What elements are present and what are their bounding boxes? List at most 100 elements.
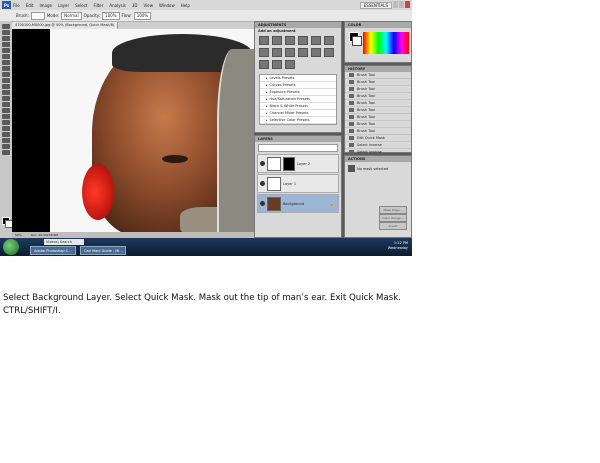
preset-item[interactable]: Levels Presets	[260, 75, 336, 82]
flow-input[interactable]: 100%	[133, 11, 152, 20]
preset-item[interactable]: Channel Mixer Presets	[260, 110, 336, 117]
exposure-icon[interactable]	[298, 36, 308, 45]
minimize-icon[interactable]	[393, 1, 398, 8]
close-icon[interactable]	[405, 1, 410, 8]
history-item[interactable]: Brush Tool	[345, 107, 411, 114]
mask-edge-button[interactable]: Mask Edge...	[379, 206, 407, 214]
preset-item[interactable]: Exposure Presets	[260, 89, 336, 96]
visibility-eye-icon[interactable]	[260, 181, 265, 186]
menu-help[interactable]: Help	[181, 3, 190, 8]
history-item[interactable]: Brush Tool	[345, 79, 411, 86]
system-tray-clock[interactable]: 1:22 PM Wednesday	[388, 241, 408, 251]
preset-item[interactable]: Curves Presets	[260, 82, 336, 89]
color-panel-title[interactable]: COLOR	[345, 22, 411, 28]
clone-stamp-tool-icon[interactable]	[2, 72, 10, 77]
menu-layer[interactable]: Layer	[58, 3, 69, 8]
taskbar-guide-button[interactable]: Cari Mani Guide - Mi...	[80, 246, 126, 255]
opacity-input[interactable]: 100%	[102, 11, 120, 20]
menu-select[interactable]: Select	[75, 3, 87, 8]
brush-tool-icon[interactable]	[2, 66, 10, 71]
visibility-eye-icon[interactable]	[260, 161, 265, 166]
eraser-tool-icon[interactable]	[2, 84, 10, 89]
history-item[interactable]: Brush Tool	[345, 128, 411, 135]
posterize-icon[interactable]	[324, 48, 334, 57]
mode-select[interactable]: Normal	[61, 11, 82, 20]
color-spectrum[interactable]	[363, 32, 409, 54]
history-item[interactable]: Select Inverse	[345, 142, 411, 149]
taskbar-search[interactable]: Videos\ Search	[44, 239, 84, 245]
visibility-eye-icon[interactable]	[260, 201, 265, 206]
type-tool-icon[interactable]	[2, 114, 10, 119]
shape-tool-icon[interactable]	[2, 126, 10, 131]
maximize-icon[interactable]	[399, 1, 404, 8]
gradient-map-icon[interactable]	[272, 60, 282, 69]
history-item[interactable]: Brush Tool	[345, 121, 411, 128]
selective-color-icon[interactable]	[285, 60, 295, 69]
history-item[interactable]: Brush Tool	[345, 86, 411, 93]
start-button-icon[interactable]	[3, 239, 19, 255]
photo-filter-icon[interactable]	[285, 48, 295, 57]
black-white-icon[interactable]	[272, 48, 282, 57]
color-balance-icon[interactable]	[259, 48, 269, 57]
lasso-tool-icon[interactable]	[2, 36, 10, 41]
levels-icon[interactable]	[272, 36, 282, 45]
preset-item[interactable]: Black & White Presets	[260, 103, 336, 110]
color-range-button[interactable]: Color Range...	[379, 214, 407, 222]
menu-edit[interactable]: Edit	[26, 3, 34, 8]
history-item[interactable]: Brush Tool	[345, 93, 411, 100]
marquee-tool-icon[interactable]	[2, 30, 10, 35]
menu-image[interactable]: Image	[39, 3, 52, 8]
document-tab[interactable]: 4700100-M0000.jpg @ 50% (Background, Qui…	[12, 22, 119, 29]
taskbar-photoshop-button[interactable]: Adobe Photoshop C...	[30, 246, 76, 255]
history-item[interactable]: Brush Tool	[345, 100, 411, 107]
layer-row-background[interactable]: Background 🔒	[257, 194, 339, 213]
hand-tool-icon[interactable]	[2, 138, 10, 143]
menu-window[interactable]: Window	[159, 3, 175, 8]
layers-panel-title[interactable]: LAYERS	[255, 136, 341, 142]
channel-mixer-icon[interactable]	[298, 48, 308, 57]
photoshop-screenshot: Ps File Edit Image Layer Select Filter A…	[0, 0, 412, 256]
move-tool-icon[interactable]	[2, 24, 10, 29]
menu-filter[interactable]: Filter	[93, 3, 103, 8]
gradient-tool-icon[interactable]	[2, 90, 10, 95]
blur-tool-icon[interactable]	[2, 96, 10, 101]
3d-rotate-tool-icon[interactable]	[2, 132, 10, 137]
zoom-tool-icon[interactable]	[2, 144, 10, 149]
quick-mask-icon[interactable]	[2, 150, 10, 155]
workspace-switcher[interactable]: ESSENTIALS	[359, 1, 392, 9]
layer-row[interactable]: Layer 1	[257, 174, 339, 193]
history-item[interactable]: Brush Tool	[345, 72, 411, 79]
history-item[interactable]: Edit Quick Mask	[345, 135, 411, 142]
hue-saturation-icon[interactable]	[324, 36, 334, 45]
menu-analysis[interactable]: Analysis	[109, 3, 125, 8]
preset-item[interactable]: Selective Color Presets	[260, 117, 336, 124]
healing-tool-icon[interactable]	[2, 60, 10, 65]
history-brush-tool-icon[interactable]	[2, 78, 10, 83]
eyedropper-tool-icon[interactable]	[2, 54, 10, 59]
preset-item[interactable]: Hue/Saturation Presets	[260, 96, 336, 103]
brightness-contrast-icon[interactable]	[259, 36, 269, 45]
layer-mask-thumbnail[interactable]	[283, 156, 295, 171]
pen-tool-icon[interactable]	[2, 108, 10, 113]
blend-mode-select[interactable]	[258, 144, 338, 152]
threshold-icon[interactable]	[259, 60, 269, 69]
quick-select-tool-icon[interactable]	[2, 42, 10, 47]
document-canvas[interactable]	[12, 29, 254, 232]
history-item[interactable]: Brush Tool	[345, 114, 411, 121]
dodge-tool-icon[interactable]	[2, 102, 10, 107]
invert-button[interactable]: Invert	[379, 222, 407, 230]
background-color-swatch[interactable]	[352, 36, 362, 46]
menu-view[interactable]: View	[144, 3, 154, 8]
menu-3d[interactable]: 3D	[132, 3, 138, 8]
zoom-level[interactable]: 50%	[15, 233, 22, 237]
path-select-tool-icon[interactable]	[2, 120, 10, 125]
crop-tool-icon[interactable]	[2, 48, 10, 53]
layer-thumbnail	[267, 196, 281, 211]
layer-thumbnail	[267, 176, 281, 191]
curves-icon[interactable]	[285, 36, 295, 45]
layer-row[interactable]: Layer 2	[257, 154, 339, 173]
brush-preset-picker[interactable]	[30, 11, 45, 20]
menu-file[interactable]: File	[13, 3, 20, 8]
vibrance-icon[interactable]	[311, 36, 321, 45]
invert-icon[interactable]	[311, 48, 321, 57]
